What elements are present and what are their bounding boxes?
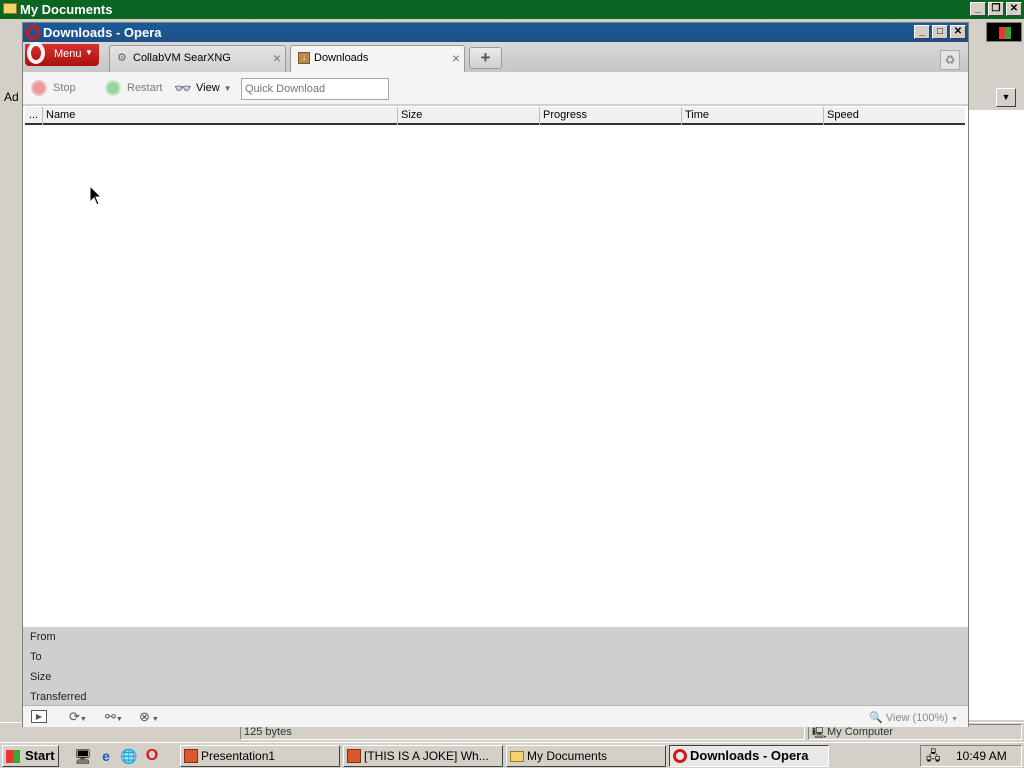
sync-icon[interactable]: ⟳▼ [69, 710, 87, 727]
detail-size-label: Size [30, 671, 52, 683]
mouse-cursor-icon [89, 185, 103, 206]
tab-downloads[interactable]: ↓ Downloads × [290, 45, 465, 73]
taskbar-item-joke[interactable]: [THIS IS A JOKE] Wh... [343, 745, 503, 767]
binoculars-icon: 👓 [174, 80, 192, 96]
opera-logo-icon [26, 25, 40, 40]
bg-window-left-strip [0, 19, 23, 719]
minimize-button[interactable]: _ [970, 2, 986, 16]
turbo-icon[interactable]: ⊗ ▼ [139, 710, 159, 727]
tab-collabvm-searxng[interactable]: ⚙ CollabVM SearXNG × [109, 45, 286, 72]
column-header-time[interactable]: Time [682, 107, 824, 125]
windows-update-icon[interactable]: 🌐 [120, 747, 138, 765]
powerpoint-icon [184, 749, 198, 763]
opera-titlebar[interactable]: Downloads - Opera _ □ ✕ [23, 23, 968, 42]
close-tab-icon[interactable]: × [273, 46, 281, 70]
chevron-down-icon: ▼ [85, 48, 93, 57]
tab-bar: Menu ▼ ⚙ CollabVM SearXNG × ↓ Downloads … [23, 42, 968, 73]
column-header-speed[interactable]: Speed [824, 107, 965, 125]
minimize-button[interactable]: _ [914, 25, 930, 39]
view-label: View [196, 82, 220, 94]
internet-explorer-icon[interactable]: e [97, 747, 115, 765]
close-button[interactable]: ✕ [950, 25, 966, 39]
zoom-icon: 🔍 [869, 712, 883, 724]
opera-statusbar: ▶ ⟳▼ ⚯▼ ⊗ ▼ 🔍 View (100%) ▼ [23, 705, 968, 727]
bg-caption-buttons: _ ❐ ✕ [970, 2, 1022, 16]
restart-icon [105, 80, 121, 96]
menu-label: Menu [54, 48, 82, 60]
column-header-size[interactable]: Size [398, 107, 540, 125]
column-header-name[interactable]: Name [43, 107, 398, 125]
close-tab-icon[interactable]: × [452, 46, 460, 70]
tab-label: Downloads [314, 52, 369, 64]
column-header-progress[interactable]: Progress [540, 107, 682, 125]
bg-window-titlebar[interactable]: My Documents _ ❐ ✕ [0, 0, 1024, 19]
chevron-down-icon: ▼ [951, 716, 958, 723]
windows-logo-icon [6, 750, 20, 763]
start-label: Start [25, 748, 55, 763]
opera-caption-buttons: _ □ ✕ [914, 25, 966, 39]
restart-button[interactable]: Restart [105, 80, 162, 96]
address-dropdown-button[interactable]: ▼ [996, 88, 1016, 107]
column-header-options[interactable]: ... [25, 107, 43, 125]
powerpoint-icon [347, 749, 361, 763]
downloads-toolbar: Stop Restart 👓 View ▼ [23, 72, 968, 105]
status-zone-label: My Computer [827, 726, 894, 738]
restart-label: Restart [127, 82, 163, 94]
network-icon[interactable]: 🖧 [926, 746, 941, 766]
trash-icon[interactable]: ♻ [940, 50, 960, 70]
task-label: [THIS IS A JOKE] Wh... [364, 749, 489, 763]
taskbar-item-my-documents[interactable]: My Documents [506, 745, 666, 767]
zoom-label: View (100%) [885, 712, 948, 724]
unite-icon[interactable]: ⚯▼ [105, 710, 123, 727]
view-button[interactable]: 👓 View ▼ [174, 80, 232, 97]
maximize-button[interactable]: □ [932, 25, 948, 39]
address-label: Ad [4, 90, 19, 104]
restore-button[interactable]: ❐ [988, 2, 1004, 16]
opera-window-title: Downloads - Opera [43, 25, 162, 40]
download-icon: ↓ [298, 52, 310, 64]
bg-window-content [968, 110, 1024, 720]
opera-menu-button[interactable]: Menu ▼ [25, 42, 99, 66]
clock[interactable]: 10:49 AM [956, 746, 1007, 766]
task-label: Downloads - Opera [690, 748, 809, 763]
detail-from-label: From [30, 631, 56, 643]
stop-button[interactable]: Stop [31, 80, 76, 96]
taskbar: Start 🖥 e 🌐 O Presentation1 [THIS IS A J… [0, 742, 1024, 768]
close-button[interactable]: ✕ [1006, 2, 1022, 16]
downloads-list: ... Name Size Progress Time Speed [23, 106, 968, 627]
folder-icon [3, 3, 17, 14]
detail-to-label: To [30, 651, 42, 663]
zoom-control[interactable]: 🔍 View (100%) ▼ [869, 711, 958, 724]
windows-logo-icon [986, 22, 1022, 42]
quick-download-input[interactable] [241, 78, 389, 100]
task-label: My Documents [527, 749, 608, 763]
system-tray: 🖧 10:49 AM [920, 745, 1022, 767]
opera-logo-icon [27, 42, 45, 64]
tab-label: CollabVM SearXNG [133, 52, 231, 64]
opera-logo-icon[interactable]: O [143, 747, 161, 765]
column-headers: ... Name Size Progress Time Speed [25, 107, 965, 125]
taskbar-item-presentation1[interactable]: Presentation1 [180, 745, 340, 767]
detail-transferred-label: Transferred [30, 691, 87, 703]
folder-icon [510, 751, 524, 762]
opera-logo-icon [673, 749, 687, 763]
computer-icon: 🖳 [812, 727, 827, 739]
download-details-panel: From To Size Transferred [23, 627, 968, 705]
globe-icon: ⚙ [117, 52, 127, 64]
stop-label: Stop [53, 82, 76, 94]
show-desktop-icon[interactable]: 🖥 [74, 747, 92, 765]
stop-icon [31, 80, 47, 96]
opera-window: Downloads - Opera _ □ ✕ Menu ▼ ⚙ CollabV… [22, 22, 969, 727]
taskbar-item-downloads-opera[interactable]: Downloads - Opera [669, 745, 829, 767]
chevron-down-icon: ▼ [223, 84, 232, 93]
start-button[interactable]: Start [2, 745, 59, 767]
task-label: Presentation1 [201, 749, 276, 763]
new-tab-button[interactable]: + [469, 47, 502, 69]
bg-window-title: My Documents [20, 2, 113, 17]
panel-toggle-icon[interactable]: ▶ [31, 710, 47, 723]
